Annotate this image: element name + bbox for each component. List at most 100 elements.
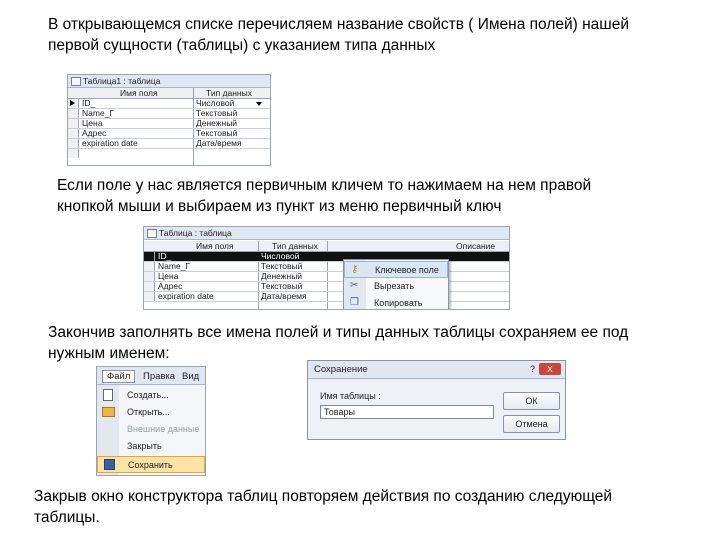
field-name[interactable]: ID_ [82, 99, 95, 108]
field-type[interactable]: Текстовый [196, 109, 237, 118]
field-type[interactable]: Денежный [261, 272, 302, 281]
menu-item-close[interactable]: Закрыть [97, 438, 205, 455]
menu-item-label: Внешние данные [127, 424, 200, 434]
menu-item-label: Открыть... [127, 407, 170, 417]
cancel-button[interactable]: Отмена [503, 415, 560, 433]
menu-item-label: Ключевое поле [375, 265, 439, 275]
new-document-icon [103, 389, 113, 401]
table-name-value: Товары [324, 407, 355, 417]
row-selector[interactable] [68, 139, 79, 148]
key-icon: ⚷ [351, 264, 359, 275]
copy-icon: ❐ [350, 297, 359, 308]
paragraph-line: нужным именем: [48, 345, 170, 362]
table-row[interactable]: ID_ Числовой [144, 252, 509, 262]
table-name-input[interactable]: Товары [320, 405, 494, 419]
file-menu-screenshot: Файл Правка Вид Создать... Открыть... Вн… [96, 366, 206, 476]
menu-item-label: Копировать [374, 298, 423, 308]
field-name[interactable]: Name_Г [158, 262, 190, 271]
paragraph-primary-key: Если поле у нас является первичным кличе… [57, 175, 591, 217]
context-menu-screenshot: Таблица : таблица Имя поля Тип данных Оп… [143, 226, 510, 310]
field-name[interactable]: ID_ [158, 252, 171, 261]
menu-bar: Файл Правка Вид [97, 367, 205, 385]
menu-item-label: Вырезать [374, 281, 415, 291]
table-icon [71, 77, 81, 86]
column-header-type: Тип данных [272, 241, 318, 251]
row-selector[interactable] [144, 292, 155, 301]
column-header-type: Тип данных [206, 88, 252, 98]
paragraph-next-table: Закрыв окно конструктора таблиц повторяе… [34, 486, 612, 528]
row-selector[interactable] [68, 119, 79, 128]
menu-item-cut[interactable]: ✂ Вырезать [344, 278, 448, 295]
menu-edit[interactable]: Правка [143, 371, 175, 382]
row-selector[interactable] [144, 272, 155, 281]
table-row[interactable]: expiration date Дата/время [144, 292, 509, 302]
field-name[interactable]: expiration date [158, 292, 214, 301]
field-name[interactable]: expiration date [82, 139, 138, 148]
dialog-title-bar: Сохранение ? X [308, 361, 565, 379]
column-header-name: Имя поля [196, 241, 234, 251]
field-name[interactable]: Name_Г [82, 109, 114, 118]
field-type[interactable]: Числовой [261, 252, 299, 261]
dropdown-arrow-icon[interactable] [256, 102, 262, 106]
menu-item-primary-key[interactable]: ⚷ Ключевое поле [344, 261, 448, 278]
row-selector[interactable] [68, 129, 79, 138]
paragraph-save: Закончив заполнять все имена полей и тип… [48, 322, 628, 364]
row-selector[interactable] [68, 99, 79, 108]
scissors-icon: ✂ [350, 280, 359, 291]
field-name[interactable]: Адрес [158, 282, 182, 291]
field-type[interactable]: Числовой [196, 99, 234, 108]
dialog-title: Сохранение [314, 364, 368, 375]
field-name[interactable]: Цена [158, 272, 178, 281]
field-type[interactable]: Текстовый [196, 129, 237, 138]
window-title-bar: Таблица1 : таблица [68, 75, 270, 88]
window-title: Таблица : таблица [159, 228, 232, 238]
column-header-description: Описание [456, 241, 496, 251]
menu-item-label: Сохранить [128, 460, 173, 470]
column-header-name: Имя поля [120, 88, 158, 98]
paragraph-line: В открывающемся списке перечисляем назва… [48, 16, 630, 33]
paragraph-line: Закончив заполнять все имена полей и тип… [48, 324, 629, 341]
table-icon [147, 229, 157, 238]
field-type[interactable]: Денежный [196, 119, 237, 128]
row-selector[interactable] [144, 262, 155, 271]
paragraph-line: таблицы. [34, 509, 100, 526]
menu-item-external-data[interactable]: Внешние данные [97, 421, 205, 438]
folder-icon [102, 407, 115, 417]
current-row-icon [70, 100, 75, 106]
row-selector[interactable] [144, 252, 155, 261]
paragraph-line: первой сущности (таблицы) с указанием ти… [48, 37, 436, 54]
window-title-bar: Таблица : таблица [144, 227, 509, 240]
paragraph-line: кнопкой мыши и выбираем из пункт из меню… [57, 198, 502, 215]
menu-item-open[interactable]: Открыть... [97, 404, 205, 421]
table-row[interactable] [68, 149, 270, 158]
window-title: Таблица1 : таблица [83, 76, 161, 86]
row-selector[interactable] [68, 149, 79, 158]
table-row[interactable]: expiration date Дата/время [68, 139, 270, 149]
menu-view[interactable]: Вид [182, 371, 199, 382]
save-icon [104, 459, 115, 470]
menu-item-label: Создать... [127, 390, 169, 400]
menu-item-copy[interactable]: ❐ Копировать [344, 295, 448, 309]
field-name[interactable]: Адрес [82, 129, 106, 138]
field-type[interactable]: Текстовый [261, 282, 302, 291]
menu-item-new[interactable]: Создать... [97, 387, 205, 404]
menu-file[interactable]: Файл [102, 370, 136, 383]
table-name-label: Имя таблицы : [320, 391, 381, 401]
save-dialog-screenshot: Сохранение ? X Имя таблицы : Товары ОК О… [307, 360, 566, 440]
table-row[interactable]: Name_Г Текстовый [144, 262, 509, 272]
table-row[interactable]: Цена Денежный [144, 272, 509, 282]
ok-button[interactable]: ОК [503, 392, 560, 410]
context-menu: ⚷ Ключевое поле ✂ Вырезать ❐ Копировать [343, 259, 449, 309]
table-design-screenshot: Таблица1 : таблица Имя поля Тип данных I… [67, 74, 271, 166]
row-selector[interactable] [68, 109, 79, 118]
menu-item-save[interactable]: Сохранить [97, 456, 205, 473]
paragraph-line: Если поле у нас является первичным кличе… [57, 177, 592, 194]
help-button[interactable]: ? [530, 364, 535, 374]
row-selector[interactable] [144, 282, 155, 291]
field-type[interactable]: Дата/время [196, 139, 242, 148]
field-name[interactable]: Цена [82, 119, 102, 128]
field-type[interactable]: Текстовый [261, 262, 302, 271]
paragraph-line: Закрыв окно конструктора таблиц повторяе… [34, 488, 613, 505]
field-type[interactable]: Дата/время [261, 292, 307, 301]
close-button[interactable]: X [539, 363, 561, 375]
